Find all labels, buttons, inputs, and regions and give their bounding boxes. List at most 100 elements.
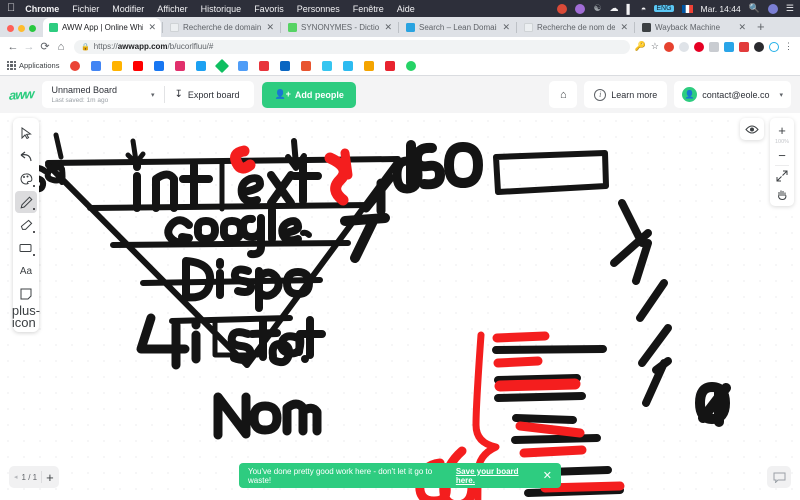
bookmark-slack[interactable] xyxy=(322,60,333,71)
keyboard-icon[interactable]: ENG xyxy=(654,5,674,12)
save-board-link[interactable]: Save your board here. xyxy=(456,467,537,485)
browser-tab-2[interactable]: SYNONYMES - Dictionn ✕ xyxy=(282,18,397,37)
extension-pocket-icon[interactable] xyxy=(664,41,674,52)
learn-more-button[interactable]: i Learn more xyxy=(584,81,668,108)
close-icon[interactable]: ✕ xyxy=(543,469,552,482)
wifi-icon[interactable]: ◓ xyxy=(641,4,646,14)
menu-item-historique[interactable]: Historique xyxy=(201,4,242,14)
sticky-note-tool[interactable] xyxy=(15,283,37,305)
browser-tab-5[interactable]: Wayback Machine ✕ xyxy=(636,18,751,37)
zoom-in-button[interactable]: + xyxy=(771,121,793,139)
bookmark-mail[interactable] xyxy=(91,60,102,71)
address-bar[interactable]: 🔒 https://awwapp.com/b/ucorlfluu/# xyxy=(74,39,630,54)
menu-item-aide[interactable]: Aide xyxy=(397,4,415,14)
extension-cloud-icon[interactable] xyxy=(679,41,689,52)
close-icon[interactable]: ✕ xyxy=(265,22,275,33)
add-people-button[interactable]: 👤+ Add people xyxy=(262,81,356,108)
bookmark-instagram[interactable] xyxy=(175,60,186,71)
bookmark-drive[interactable] xyxy=(238,60,249,71)
zoom-out-button[interactable]: − xyxy=(771,146,793,164)
menu-item-fichier[interactable]: Fichier xyxy=(72,4,99,14)
back-button[interactable]: ← xyxy=(5,41,21,53)
bookmark-twitter[interactable] xyxy=(196,60,207,71)
aww-logo[interactable]: aww xyxy=(9,86,33,103)
close-icon[interactable]: ✕ xyxy=(619,22,629,33)
extension-grid-icon[interactable] xyxy=(709,41,719,52)
menu-item-modifier[interactable]: Modifier xyxy=(112,4,144,14)
bookmark-gmail[interactable] xyxy=(112,60,123,71)
browser-tab-0[interactable]: AWW App | Online Whiteb ✕ xyxy=(43,18,161,37)
bookmark-youtube[interactable] xyxy=(133,60,144,71)
chevron-down-icon[interactable]: ▾ xyxy=(151,91,155,99)
profile-avatar-icon[interactable] xyxy=(769,41,779,52)
bookmark-trello[interactable] xyxy=(343,60,354,71)
cloud-icon[interactable]: ☁ xyxy=(610,3,619,14)
page-prev-button[interactable]: ◂ xyxy=(14,473,18,481)
chevron-down-icon[interactable]: ▾ xyxy=(779,91,783,99)
close-icon[interactable]: ✕ xyxy=(737,22,747,33)
new-tab-button[interactable]: + xyxy=(751,19,771,37)
chat-button[interactable] xyxy=(767,466,791,488)
clock-label[interactable]: Mar. 14:44 xyxy=(701,4,741,14)
bookmark-whatsapp[interactable] xyxy=(406,60,417,71)
close-icon[interactable]: ✕ xyxy=(147,22,157,33)
forward-button[interactable]: → xyxy=(21,41,37,53)
apple-icon[interactable]:  xyxy=(7,3,15,14)
bookmark-analytics[interactable] xyxy=(364,60,375,71)
add-more-tool[interactable]: plus-icon xyxy=(12,304,40,329)
battery-icon[interactable]: ▌ xyxy=(627,4,633,14)
browser-tab-4[interactable]: Recherche de nom de do ✕ xyxy=(518,18,633,37)
bookmark-notion[interactable] xyxy=(259,60,270,71)
bookmark-facebook[interactable] xyxy=(154,60,165,71)
grammarly-icon[interactable] xyxy=(575,3,586,14)
close-icon[interactable]: ✕ xyxy=(383,22,393,33)
window-close-button[interactable] xyxy=(7,25,14,32)
add-page-button[interactable]: + xyxy=(46,471,54,484)
extension-blue-icon[interactable] xyxy=(724,41,734,52)
shape-rectangle-tool[interactable] xyxy=(15,237,37,259)
siri-icon[interactable] xyxy=(767,3,778,14)
window-minimize-button[interactable] xyxy=(18,25,25,32)
search-icon[interactable]: 🔍 xyxy=(749,3,760,14)
menu-item-chrome[interactable]: Chrome xyxy=(25,4,59,14)
menu-item-favoris[interactable]: Favoris xyxy=(254,4,284,14)
bookmark-photos[interactable] xyxy=(301,60,312,71)
home-button[interactable]: ⌂ xyxy=(53,41,69,53)
extension-check-icon[interactable] xyxy=(739,41,749,52)
board-selector[interactable]: Unnamed Board Last saved: 1m ago ▾ ↧ Exp… xyxy=(42,81,255,108)
text-tool[interactable]: Aa xyxy=(15,260,37,282)
browser-tab-1[interactable]: Recherche de domaines - ✕ xyxy=(164,18,279,37)
dropbox-icon[interactable] xyxy=(557,3,568,14)
export-board-button[interactable]: ↧ Export board xyxy=(165,81,250,108)
key-icon[interactable]: 🔑 xyxy=(635,41,646,52)
bookmark-canva[interactable] xyxy=(385,60,396,71)
home-button[interactable]: ⌂ xyxy=(549,81,578,108)
window-controls[interactable] xyxy=(4,25,43,37)
extension-pinterest-icon[interactable] xyxy=(694,41,704,52)
menu-item-afficher[interactable]: Afficher xyxy=(157,4,187,14)
flag-fr-icon[interactable] xyxy=(681,4,693,13)
bookmark-google[interactable] xyxy=(70,60,81,71)
window-zoom-button[interactable] xyxy=(29,25,36,32)
reload-button[interactable]: ⟳ xyxy=(37,40,53,53)
fit-screen-button[interactable] xyxy=(771,167,793,185)
menu-item-personnes[interactable]: Personnes xyxy=(297,4,340,14)
bluetooth-icon[interactable]: ☯ xyxy=(593,3,601,14)
presence-toggle[interactable] xyxy=(740,118,764,140)
bookmark-diamond[interactable] xyxy=(215,58,230,73)
select-tool[interactable] xyxy=(15,122,37,144)
control-center-icon[interactable]: ☰ xyxy=(786,3,794,14)
bookmark-star-icon[interactable]: ☆ xyxy=(651,41,659,52)
browser-tab-3[interactable]: Search – Lean Domain Se ✕ xyxy=(400,18,515,37)
bookmark-apps[interactable]: Applications xyxy=(7,61,59,70)
eraser-tool[interactable] xyxy=(15,214,37,236)
color-palette-tool[interactable] xyxy=(15,168,37,190)
bookmark-linkedin[interactable] xyxy=(280,60,291,71)
extension-dark-icon[interactable] xyxy=(754,41,764,52)
pan-button[interactable] xyxy=(771,185,793,203)
pencil-tool[interactable] xyxy=(15,191,37,213)
menu-item-fenetre[interactable]: Fenêtre xyxy=(353,4,384,14)
account-menu[interactable]: 👤 contact@eole.co ▾ xyxy=(674,81,791,108)
close-icon[interactable]: ✕ xyxy=(501,22,511,33)
undo-tool[interactable] xyxy=(15,145,37,167)
